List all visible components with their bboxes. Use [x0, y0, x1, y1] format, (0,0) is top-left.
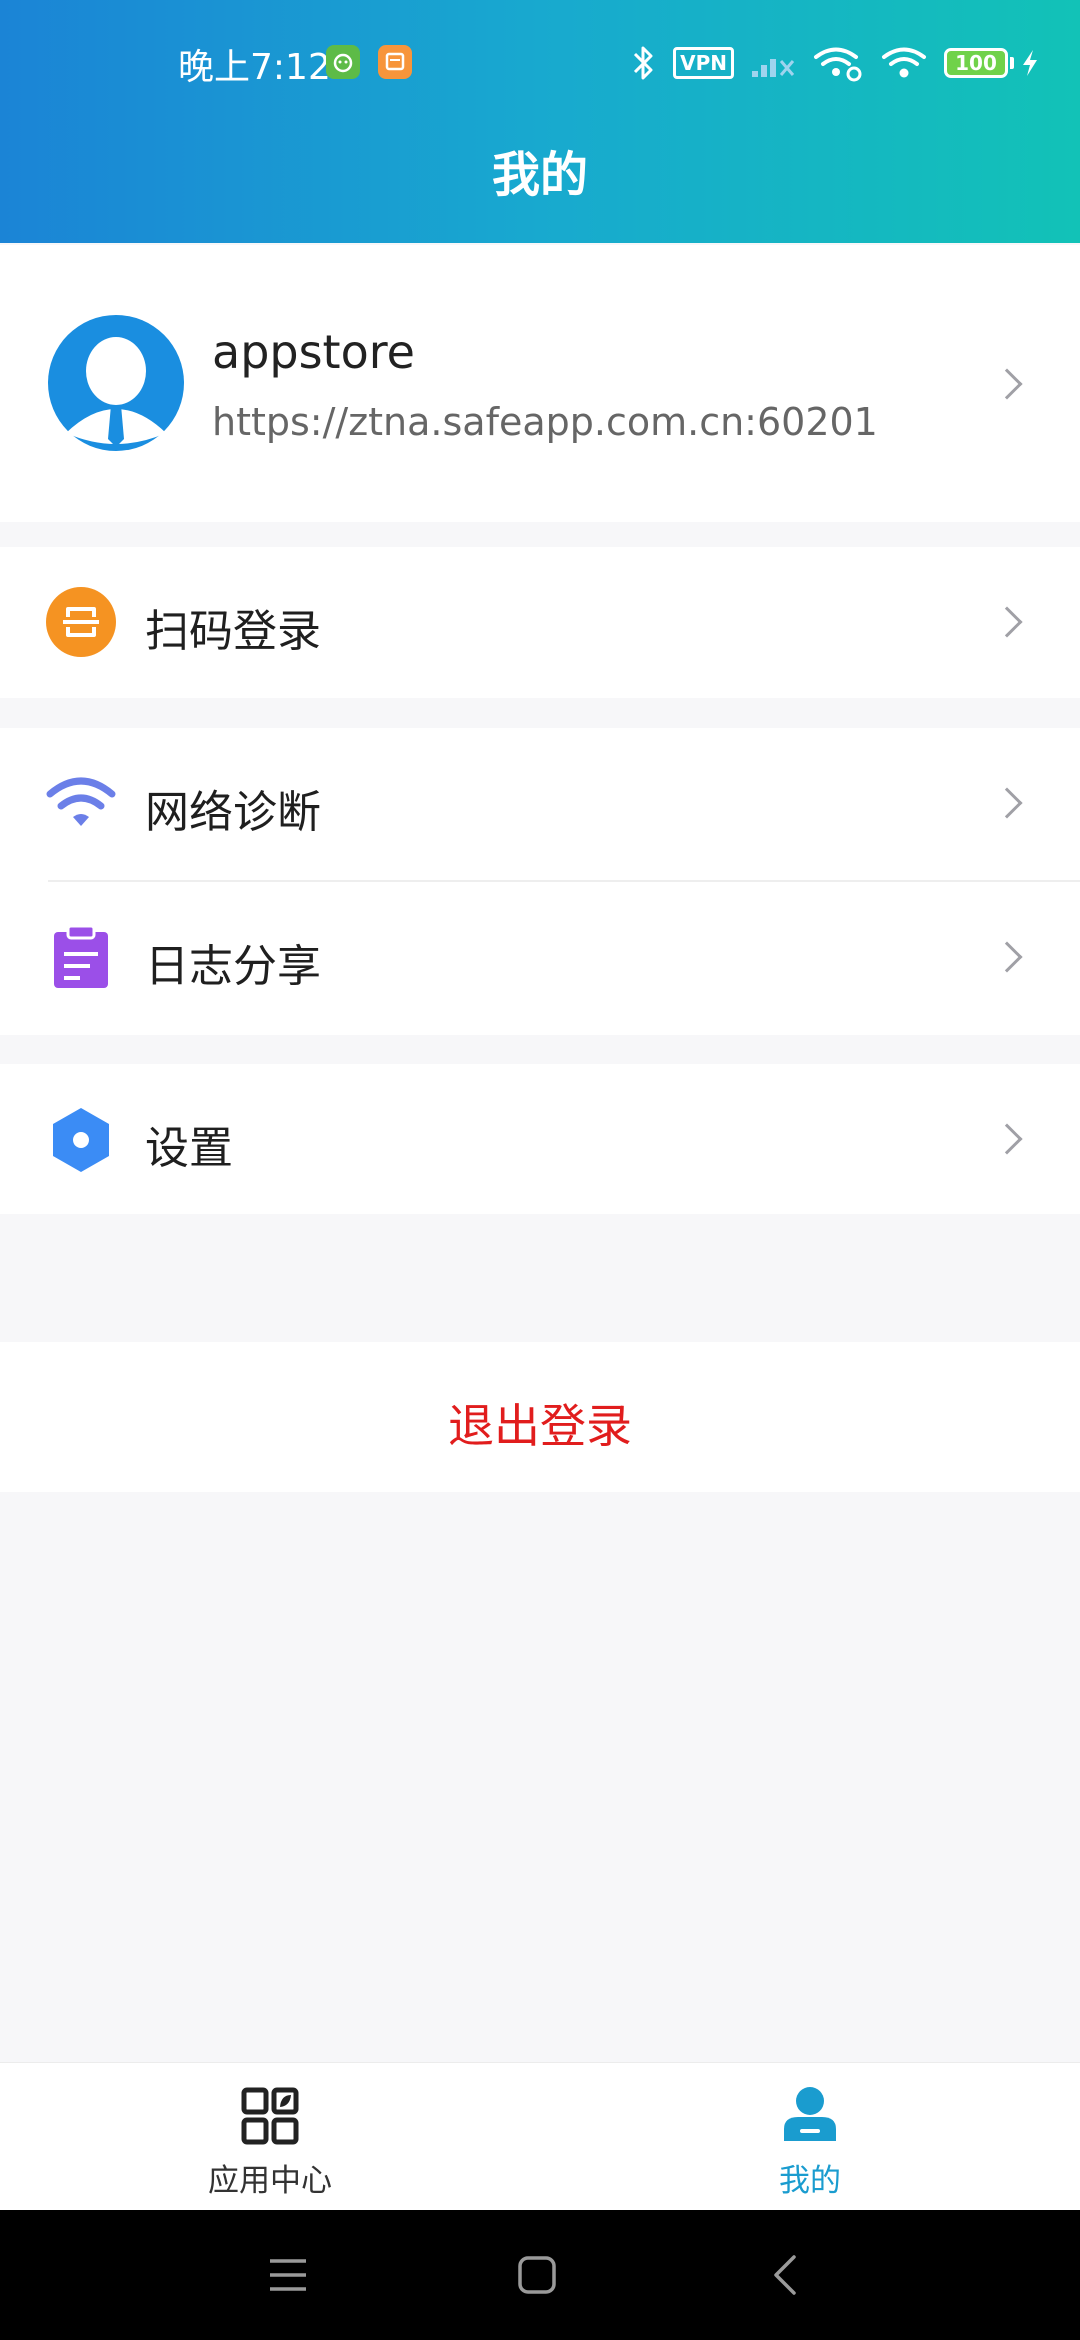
menu-item-scan-login[interactable]: 扫码登录	[0, 547, 1080, 698]
charging-icon	[1023, 50, 1037, 76]
status-time: 晚上7:12	[178, 47, 331, 88]
tab-mine-label: 我的	[779, 2163, 841, 2199]
calendar-notification-icon	[378, 45, 412, 79]
chevron-right-icon	[991, 1123, 1023, 1155]
menu-item-log-share[interactable]: 日志分享	[0, 882, 1080, 1035]
bluetooth-icon	[634, 46, 653, 80]
chevron-right-icon	[991, 368, 1023, 400]
settings-icon	[53, 1108, 109, 1172]
system-navigation-bar	[0, 2210, 1080, 2340]
scan-icon	[46, 587, 116, 657]
wifi-diagnosis-icon	[46, 777, 116, 826]
profile-card[interactable]: appstore https://ztna.safeapp.com.cn:602…	[0, 245, 1080, 522]
bottom-tab-bar: 应用中心 我的	[0, 2062, 1080, 2210]
home-icon[interactable]	[517, 2255, 557, 2295]
chevron-right-icon	[991, 787, 1023, 819]
status-icons: VPN 100	[615, 38, 1040, 88]
tab-app-center-label: 应用中心	[208, 2163, 332, 2199]
menu-group-tools: 网络诊断 日志分享	[0, 728, 1080, 1035]
vpn-badge: VPN	[673, 47, 734, 79]
user-icon	[784, 2087, 836, 2141]
android-notification-icon	[326, 45, 360, 79]
scan-login-label: 扫码登录	[145, 606, 321, 657]
battery-level: 100	[944, 48, 1008, 78]
settings-label: 设置	[145, 1123, 233, 1174]
back-icon[interactable]	[770, 2253, 800, 2297]
battery-indicator: 100	[944, 48, 1014, 78]
page-title: 我的	[491, 147, 588, 203]
clipboard-icon	[54, 924, 108, 988]
chevron-right-icon	[991, 606, 1023, 638]
wifi-link-icon	[814, 47, 862, 82]
wifi-icon	[882, 47, 926, 78]
tab-app-center[interactable]: 应用中心	[0, 2063, 540, 2211]
chevron-right-icon	[991, 941, 1023, 973]
avatar	[48, 315, 184, 451]
profile-server-url: https://ztna.safeapp.com.cn:60201	[212, 400, 878, 444]
logout-button[interactable]: 退出登录	[0, 1342, 1080, 1492]
menu-item-network-diagnosis[interactable]: 网络诊断	[0, 728, 1080, 881]
menu-icon[interactable]	[266, 2255, 310, 2295]
menu-item-settings[interactable]: 设置	[0, 1064, 1080, 1214]
logout-label: 退出登录	[448, 1399, 632, 1453]
profile-username: appstore	[212, 325, 415, 379]
header-bar: 晚上7:12 VPN 100 我的	[0, 0, 1080, 243]
cellular-signal-icon	[752, 59, 795, 77]
app-grid-icon	[241, 2087, 299, 2145]
network-diagnosis-label: 网络诊断	[145, 787, 321, 838]
tab-mine[interactable]: 我的	[540, 2063, 1080, 2211]
log-share-label: 日志分享	[145, 941, 321, 992]
